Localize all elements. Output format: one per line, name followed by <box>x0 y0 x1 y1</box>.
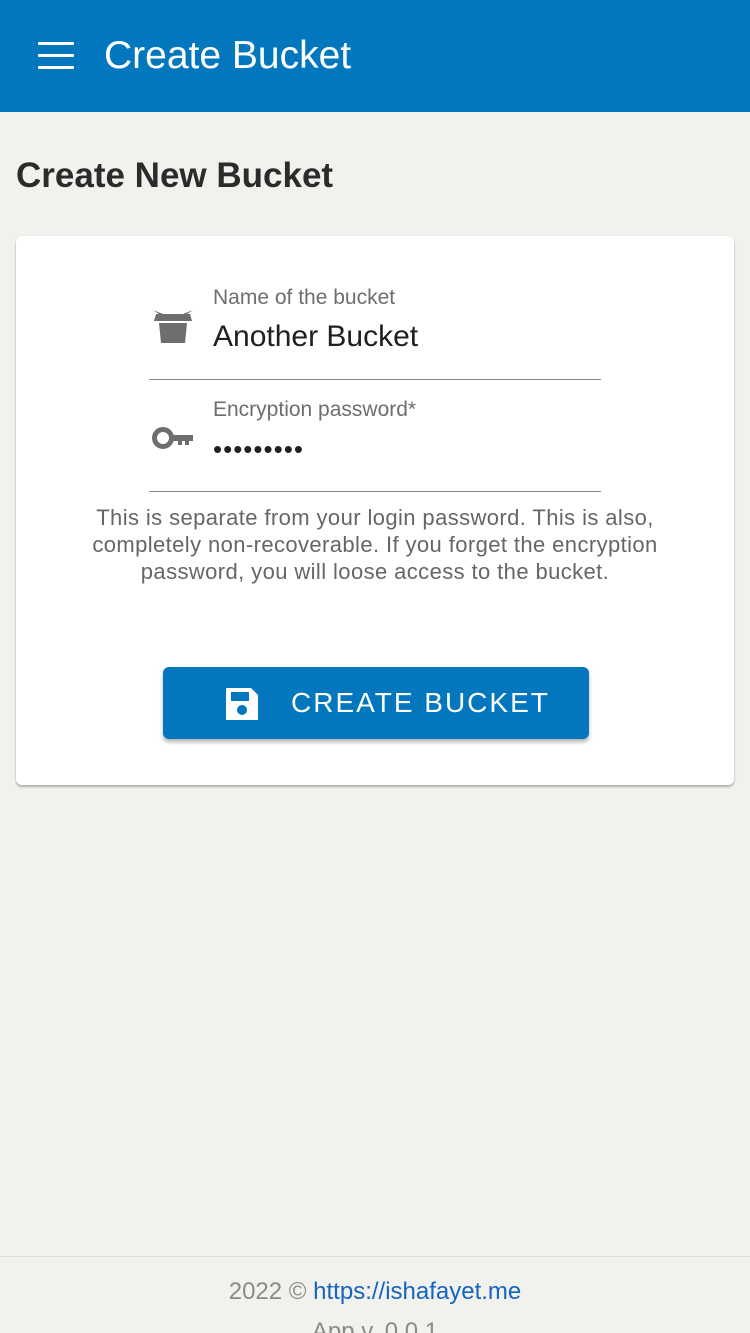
app-bar: Create Bucket <box>0 0 750 112</box>
encryption-password-field[interactable]: Encryption password* <box>149 394 601 492</box>
footer: 2022 © https://ishafayet.me App v. 0.0.1 <box>0 1256 750 1333</box>
page-title: Create New Bucket <box>16 156 334 195</box>
encryption-password-label: Encryption password* <box>213 398 417 421</box>
bucket-icon <box>153 310 193 343</box>
menu-button[interactable] <box>38 42 74 70</box>
footer-copyright-line: 2022 © https://ishafayet.me <box>0 1277 750 1307</box>
bucket-name-label: Name of the bucket <box>213 286 396 309</box>
hamburger-menu-icon-bar <box>38 54 74 57</box>
create-bucket-button[interactable]: CREATE BUCKET <box>163 667 589 739</box>
footer-website-link[interactable]: https://ishafayet.me <box>313 1278 521 1305</box>
hamburger-menu-icon <box>38 42 74 45</box>
password-helper-text: This is separate from your login passwor… <box>92 505 658 584</box>
create-bucket-card: Name of the bucket Encryption password* … <box>16 236 734 785</box>
app-bar-title: Create Bucket <box>104 34 352 77</box>
key-icon <box>152 427 193 449</box>
hamburger-menu-icon-bar <box>38 66 74 69</box>
encryption-password-input[interactable] <box>213 428 597 470</box>
save-icon <box>226 688 258 720</box>
footer-app-version: App v. 0.0.1 <box>311 1318 439 1333</box>
create-bucket-button-label: CREATE BUCKET <box>291 687 550 718</box>
bucket-name-input[interactable] <box>213 316 597 358</box>
bucket-name-field[interactable]: Name of the bucket <box>149 282 601 380</box>
footer-copyright: 2022 © <box>228 1278 307 1305</box>
